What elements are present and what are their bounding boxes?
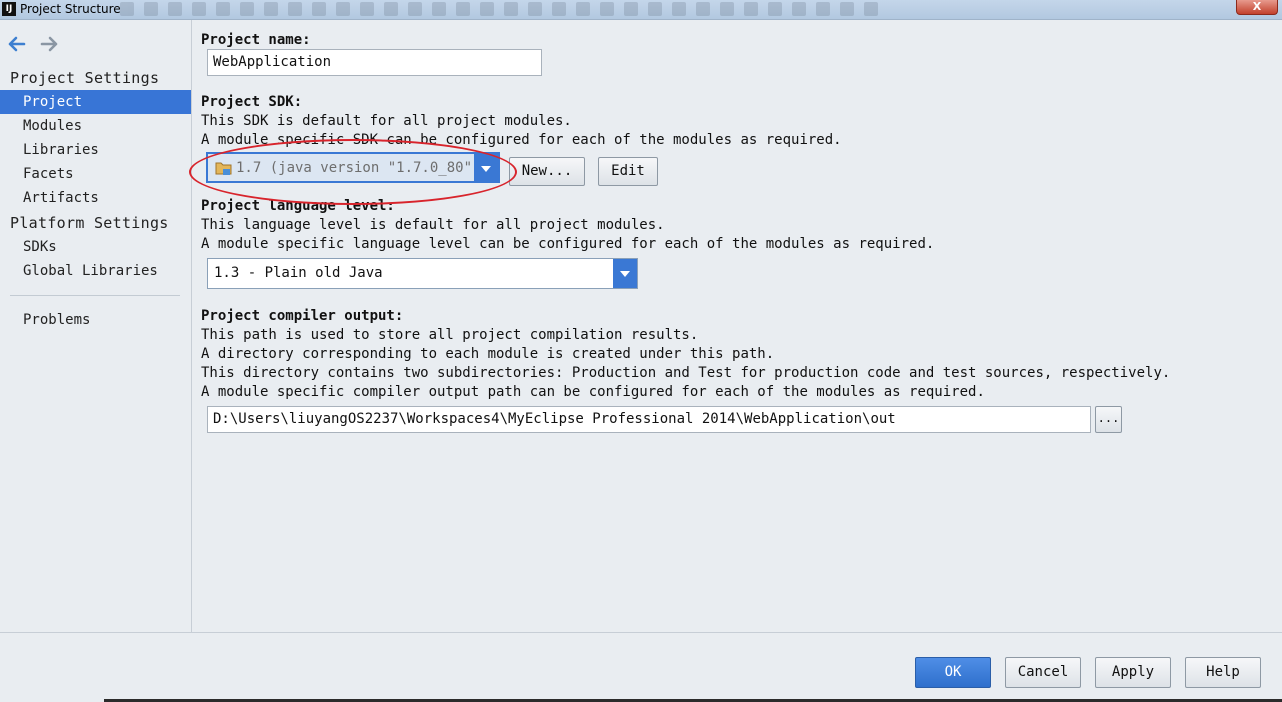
help-button[interactable]: Help: [1185, 657, 1261, 688]
project-sdk-value: 1.7 (java version "1.7.0_80"): [236, 160, 481, 176]
browse-output-button[interactable]: ...: [1095, 406, 1122, 433]
project-settings-panel: Project name: WebApplication Project SDK…: [193, 20, 1282, 632]
sidebar-item-problems[interactable]: Problems: [0, 308, 191, 332]
sidebar-item-facets[interactable]: Facets: [0, 162, 191, 186]
title-bar: IJ Project Structure X: [0, 0, 1282, 20]
chevron-down-icon[interactable]: [613, 259, 637, 288]
sidebar-item-libraries[interactable]: Libraries: [0, 138, 191, 162]
compiler-output-desc-1: This path is used to store all project c…: [201, 327, 699, 343]
project-settings-header: Project Settings: [10, 69, 160, 87]
new-sdk-button[interactable]: New...: [509, 157, 585, 186]
compiler-output-desc-4: A module specific compiler output path c…: [201, 384, 985, 400]
compiler-output-desc-2: A directory corresponding to each module…: [201, 346, 775, 362]
sidebar-item-sdks[interactable]: SDKs: [0, 235, 191, 259]
window-title: Project Structure: [20, 2, 121, 16]
sidebar-item-global-libraries[interactable]: Global Libraries: [0, 259, 191, 283]
sidebar: Project Settings Project Modules Librari…: [0, 20, 192, 632]
edit-sdk-button[interactable]: Edit: [598, 157, 658, 186]
arrow-right-icon[interactable]: [40, 36, 58, 52]
ok-button[interactable]: OK: [915, 657, 991, 688]
project-name-label: Project name:: [201, 32, 311, 48]
sdk-folder-icon: [215, 162, 232, 175]
sidebar-item-project[interactable]: Project: [0, 90, 191, 114]
project-sdk-dropdown[interactable]: 1.7 (java version "1.7.0_80"): [206, 152, 500, 183]
sidebar-item-modules[interactable]: Modules: [0, 114, 191, 138]
compiler-output-desc-3: This directory contains two subdirectori…: [201, 365, 1171, 381]
compiler-output-label: Project compiler output:: [201, 308, 404, 324]
project-sdk-label: Project SDK:: [201, 94, 303, 110]
project-sdk-desc-2: A module specific SDK can be configured …: [201, 132, 842, 148]
language-level-desc-1: This language level is default for all p…: [201, 217, 665, 233]
compiler-output-path-input[interactable]: D:\Users\liuyangOS2237\Workspaces4\MyEcl…: [207, 406, 1091, 433]
sidebar-divider: [10, 295, 180, 296]
project-sdk-desc-1: This SDK is default for all project modu…: [201, 113, 572, 129]
language-level-desc-2: A module specific language level can be …: [201, 236, 935, 252]
language-level-value: 1.3 - Plain old Java: [214, 265, 383, 281]
sidebar-item-artifacts[interactable]: Artifacts: [0, 186, 191, 210]
arrow-left-icon[interactable]: [8, 36, 26, 52]
background-toolbar: [120, 2, 878, 18]
platform-settings-header: Platform Settings: [10, 214, 169, 232]
cancel-button[interactable]: Cancel: [1005, 657, 1081, 688]
chevron-down-icon[interactable]: [474, 154, 498, 183]
window-close-button[interactable]: X: [1236, 0, 1278, 15]
language-level-label: Project language level:: [201, 198, 395, 214]
project-name-input[interactable]: WebApplication: [207, 49, 542, 76]
apply-button[interactable]: Apply: [1095, 657, 1171, 688]
intellij-app-icon: IJ: [2, 2, 16, 16]
language-level-dropdown[interactable]: 1.3 - Plain old Java: [207, 258, 638, 289]
dialog-footer: OK Cancel Apply Help: [0, 632, 1282, 702]
